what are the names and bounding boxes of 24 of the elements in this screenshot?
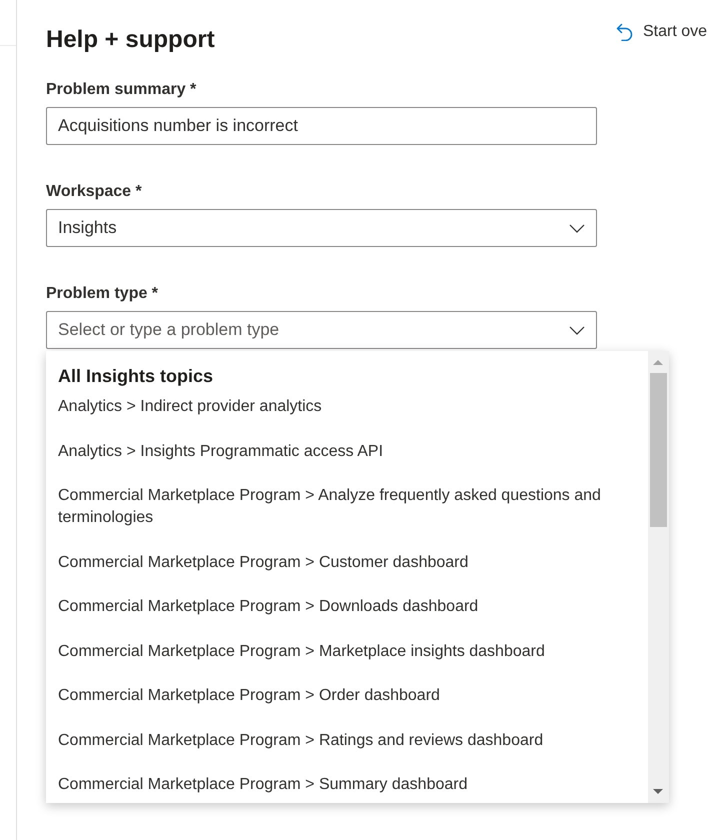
dropdown-select[interactable]: Insights bbox=[46, 209, 597, 247]
dropdown-option[interactable]: Analytics > Insights Programmatic access API bbox=[58, 432, 638, 477]
dropdown-option[interactable]: Commercial Marketplace Program > Summary dashboard bbox=[58, 766, 638, 803]
undo-arrow-icon bbox=[616, 23, 633, 41]
combo-box[interactable]: Select or type a problem type bbox=[46, 311, 597, 349]
start-over-button[interactable]: Start ove bbox=[616, 21, 711, 43]
dropdown-heading: All Insights topics bbox=[58, 365, 214, 388]
scroll-up-icon[interactable] bbox=[653, 360, 663, 365]
dropdown-option[interactable]: Commercial Marketplace Program > Marketplace insights dashboard bbox=[58, 632, 638, 677]
dropdown-option[interactable]: Commercial Marketplace Program > Downloads dashboard bbox=[58, 588, 638, 632]
dropdown-option[interactable]: Commercial Marketplace Program > Customer dashboard bbox=[58, 544, 638, 588]
dropdown-option[interactable]: Commercial Marketplace Program > Analyze frequently asked questions and terminologies bbox=[58, 477, 638, 544]
dropdown-option[interactable]: Analytics > Indirect provider analytics bbox=[58, 388, 638, 432]
scrollbar-thumb[interactable] bbox=[650, 373, 666, 527]
chevron-down-icon bbox=[569, 326, 585, 335]
panel-title: Help + support bbox=[46, 25, 215, 55]
dropdown-option[interactable]: Commercial Marketplace Program > Ratings and reviews dashboard bbox=[58, 722, 638, 766]
scroll-down-icon[interactable] bbox=[653, 789, 663, 794]
text-input[interactable]: Acquisitions number is incorrect bbox=[46, 107, 597, 145]
dropdown-option[interactable]: Commercial Marketplace Program > Order dashboard bbox=[58, 677, 638, 722]
field-label: Problem type * bbox=[46, 284, 158, 304]
chevron-down-icon bbox=[569, 224, 585, 232]
field-label: Workspace * bbox=[46, 182, 142, 202]
field-label: Problem summary * bbox=[46, 80, 196, 100]
